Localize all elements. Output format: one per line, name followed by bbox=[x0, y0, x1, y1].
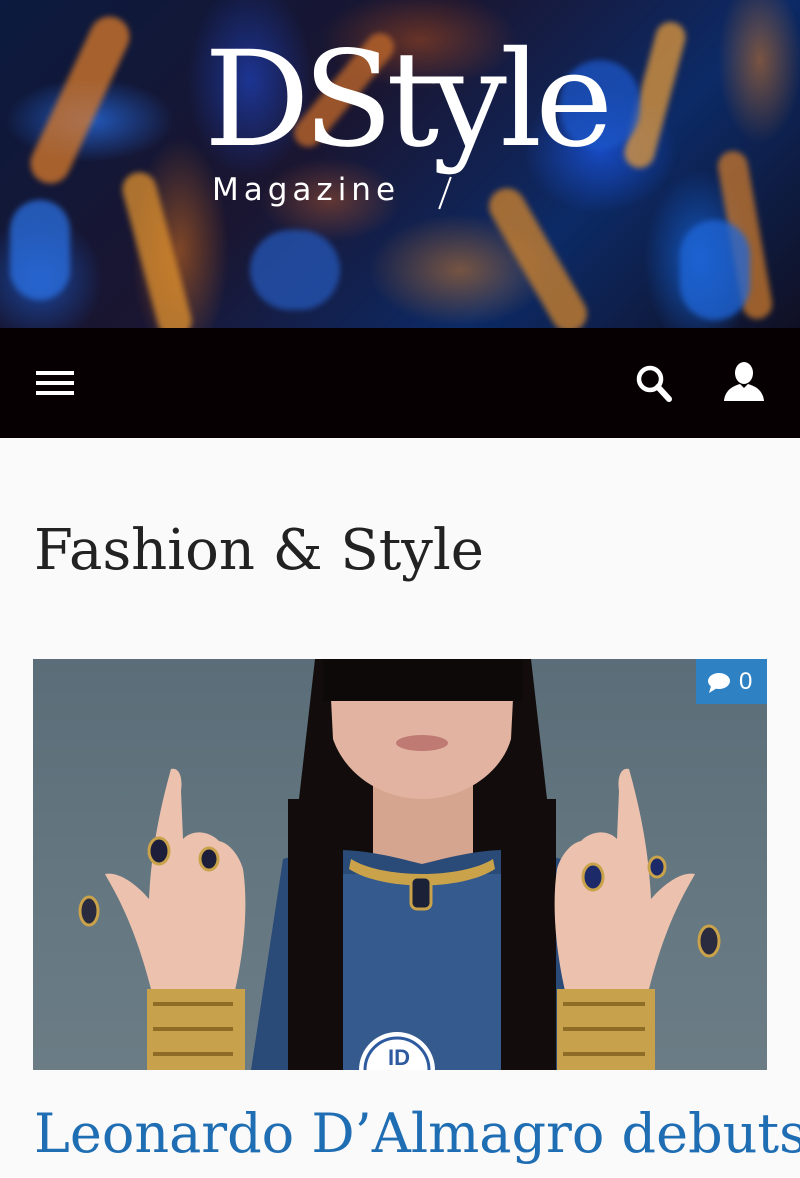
logo-slash-mark bbox=[438, 176, 452, 210]
comment-count: 0 bbox=[739, 668, 753, 695]
category-title: Fashion & Style bbox=[34, 518, 484, 583]
main-navbar bbox=[0, 328, 800, 438]
page: DStyle Magazine Fashion & Style ID 0 Leo… bbox=[0, 0, 800, 1178]
model-illustration bbox=[78, 659, 721, 1070]
article-title-link[interactable]: Leonardo D’Almagro debuts bbox=[34, 1096, 800, 1172]
comment-count-badge[interactable]: 0 bbox=[696, 659, 767, 704]
image-mark-text: ID bbox=[388, 1045, 410, 1070]
site-logo[interactable]: DStyle Magazine bbox=[200, 30, 620, 220]
logo-tagline: Magazine bbox=[212, 172, 401, 208]
hero-banner: DStyle Magazine bbox=[0, 0, 800, 328]
comment-bubble-icon bbox=[706, 672, 732, 701]
article-featured-image[interactable]: ID 0 bbox=[33, 659, 767, 1070]
logo-wordmark: DStyle bbox=[204, 23, 613, 177]
search-icon[interactable] bbox=[630, 362, 676, 404]
user-icon[interactable] bbox=[720, 360, 768, 404]
hamburger-menu-icon[interactable] bbox=[30, 364, 80, 402]
